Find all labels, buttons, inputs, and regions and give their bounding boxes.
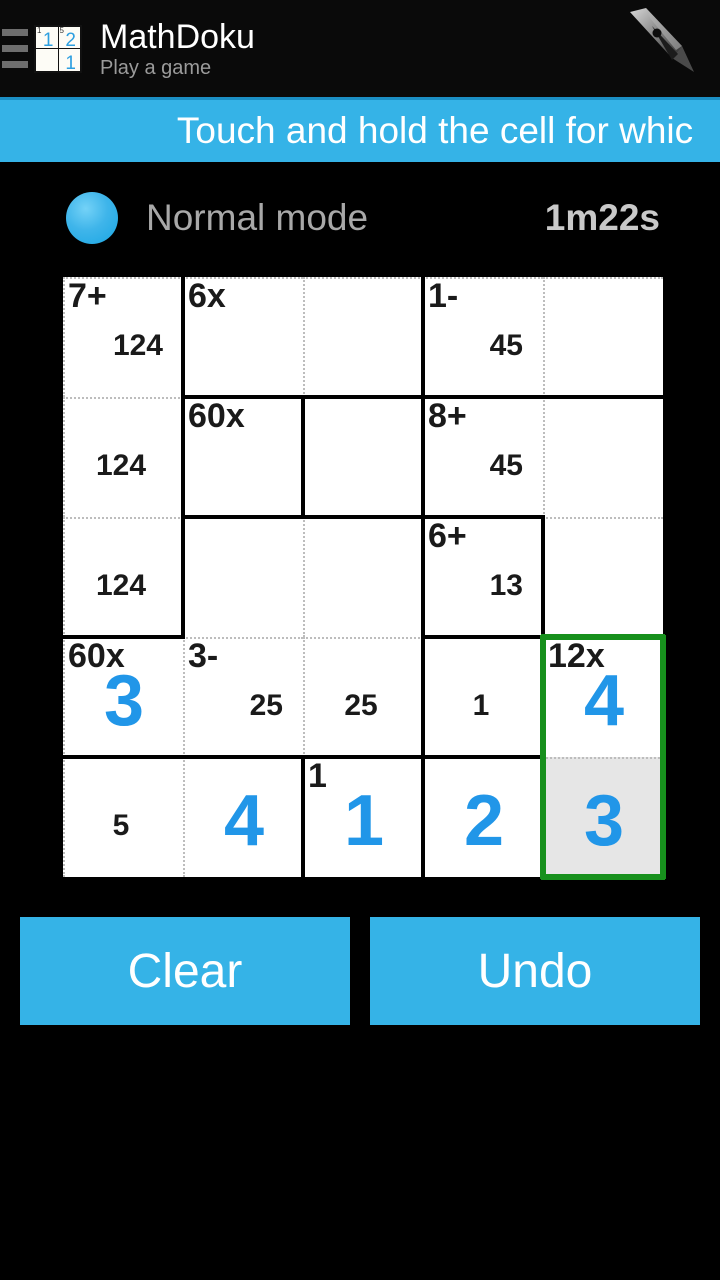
page-subtitle: Play a game [100,56,212,79]
elapsed-timer: 1m22s [544,197,660,238]
logo-cell: 1 1 [36,25,58,51]
cage-border [421,395,665,399]
cage-border [541,515,545,639]
grid-cell-r5c3[interactable]: 11 [303,757,423,877]
grid-cell-r4c1[interactable]: 60x 3 [63,637,183,757]
status-row: Normal mode 1m22s [0,162,720,274]
logo-cell-small: 1 [37,25,42,35]
cage-border [301,395,305,519]
app-logo-icon[interactable]: 1 1 5 2 1 [34,24,82,74]
grid-cell-r5c4[interactable]: 2 [423,757,543,877]
logo-cell [36,49,58,71]
cage-label: 6x [188,277,226,315]
cage-label: 1- [428,277,459,315]
cage-label: 60x [68,637,125,675]
cell-value: 3 [583,781,625,861]
grid-cell-r4c4[interactable]: 1 [423,637,543,757]
mode-indicator-icon [66,192,118,244]
hamburger-line [2,29,28,36]
grid-cell-r2c4[interactable]: 8+ 45 [423,397,543,517]
logo-cell-small: 5 [59,25,64,35]
cage-border [421,755,425,879]
cage-border [61,635,185,639]
page-title: MathDoku [100,17,255,56]
hamburger-line [2,45,28,52]
grid-cell-r4c3[interactable]: 25 [303,637,423,757]
grid-cell-r5c2[interactable]: 4 [183,757,303,877]
grid-cell-r1c4[interactable]: 1- 45 [423,277,543,397]
grid-cell-r1c2[interactable]: 6x [183,277,303,397]
cage-label: 60x [188,397,245,435]
cage-label: 3- [188,637,219,675]
title-block: MathDoku Play a game [100,18,255,80]
game-mode-label: Normal mode [146,197,369,238]
cell-candidates: 25 [344,689,378,722]
cage-label: 8+ [428,397,467,435]
cage-border [181,275,185,639]
cell-candidates: 124 [95,449,147,482]
grid-cell-r5c1[interactable]: 5 [63,757,183,877]
cage-border [541,874,665,880]
cage-border [421,515,545,519]
hint-banner-text: Touch and hold the cell for whic [176,110,694,151]
cage-border [660,635,666,879]
hamburger-line [2,61,28,68]
logo-cell: 5 2 [58,25,80,51]
cage-border [301,755,305,879]
grid-cell-r2c5[interactable] [543,397,663,517]
cell-value: 2 [463,781,505,861]
cage-border [181,515,305,519]
cage-label: 6+ [428,517,467,555]
cell-value: 4 [223,781,265,861]
cage-border [301,515,425,519]
grid-cell-r4c2[interactable]: 3- 25 [183,637,303,757]
pen-nib-icon[interactable] [616,6,702,86]
cage-label: 7+ [68,277,107,315]
puzzle-area: 7+ 124 6x 1- 45 124 60x 8+ 45 124 6+ 13 60x 3 3- 25 25 1 1… [60,274,666,880]
cage-border [541,634,665,640]
grid-cell-r2c1[interactable]: 124 [63,397,183,517]
grid-cell-r2c3[interactable] [303,397,423,517]
action-bar: 1 1 5 2 1 MathDoku Play a game [0,0,720,97]
logo-cell-big: 1 [42,30,54,51]
cage-label: 1 [308,757,327,795]
cage-border [540,635,546,879]
puzzle-grid[interactable]: 7+ 124 6x 1- 45 124 60x 8+ 45 124 6+ 13 60x 3 3- 25 25 1 1… [60,274,666,880]
logo-cell: 1 [58,49,80,74]
cage-border [421,755,545,759]
grid-cell-r5c5[interactable]: 3 [543,757,663,877]
grid-cell-r3c1[interactable]: 124 [63,517,183,637]
grid-cell-r1c3[interactable] [303,277,423,397]
cage-border [421,635,545,639]
grid-cell-r3c5[interactable] [543,517,663,637]
cell-candidates: 124 [95,569,147,602]
cell-candidates: 1 [472,689,490,722]
cell-candidates: 5 [112,809,130,842]
logo-cell-big: 2 [65,30,76,51]
clear-button[interactable]: Clear [20,917,350,1025]
grid-cell-r1c1[interactable]: 7+ 124 [63,277,183,397]
undo-button[interactable]: Undo [370,917,700,1025]
grid-cell-r3c3[interactable] [303,517,423,637]
grid-cell-r3c2[interactable] [183,517,303,637]
hamburger-icon[interactable] [0,0,32,97]
logo-cell-big: 1 [65,52,76,74]
cage-border [61,755,185,759]
hint-banner[interactable]: Touch and hold the cell for whic [0,100,720,162]
control-buttons: Clear Undo [0,874,720,1025]
grid-cell-r1c5[interactable] [543,277,663,397]
grid-cell-r4c5[interactable]: 12x 4 [543,637,663,757]
grid-cell-r3c4[interactable]: 6+ 13 [423,517,543,637]
cage-label: 12x [548,637,605,675]
grid-cell-r2c2[interactable]: 60x [183,397,303,517]
